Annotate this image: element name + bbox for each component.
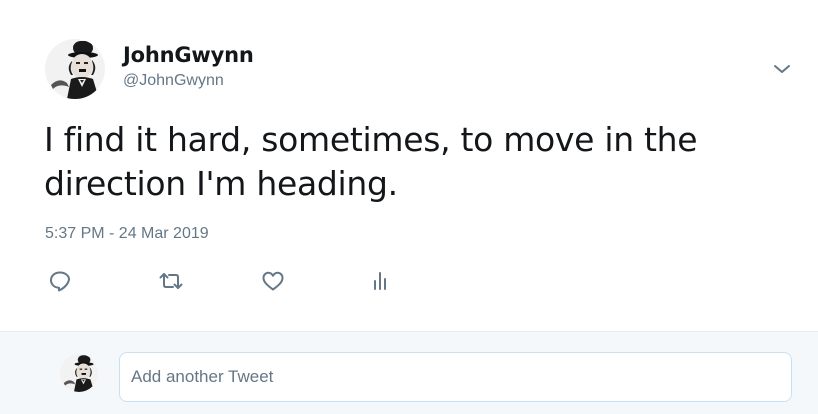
- author-handle[interactable]: @JohnGwynn: [123, 71, 254, 91]
- chaplin-avatar-icon: [45, 39, 105, 99]
- reply-icon: [50, 271, 70, 292]
- heart-icon: [262, 271, 284, 291]
- author-block: JohnGwynn @JohnGwynn: [123, 42, 254, 91]
- tweet-timestamp[interactable]: 5:37 PM - 24 Mar 2019: [45, 225, 209, 243]
- tweet-card: JohnGwynn @JohnGwynn I find it hard, som…: [0, 0, 818, 331]
- author-display-name[interactable]: JohnGwynn: [123, 42, 254, 68]
- add-another-tweet-input[interactable]: [119, 352, 792, 402]
- retweet-icon: [159, 273, 183, 289]
- retweet-button[interactable]: [155, 265, 187, 297]
- tweet-actions: [0, 265, 818, 297]
- tweet-text: I find it hard, sometimes, to move in th…: [44, 120, 698, 203]
- chaplin-avatar-icon: [60, 354, 98, 392]
- like-button[interactable]: [257, 265, 289, 297]
- reply-avatar: [60, 354, 98, 392]
- author-avatar[interactable]: [45, 39, 105, 99]
- reply-button[interactable]: [44, 265, 76, 297]
- analytics-icon: [374, 272, 386, 290]
- chevron-down-icon[interactable]: [771, 60, 793, 78]
- reply-bar: [0, 331, 818, 414]
- analytics-button[interactable]: [364, 265, 396, 297]
